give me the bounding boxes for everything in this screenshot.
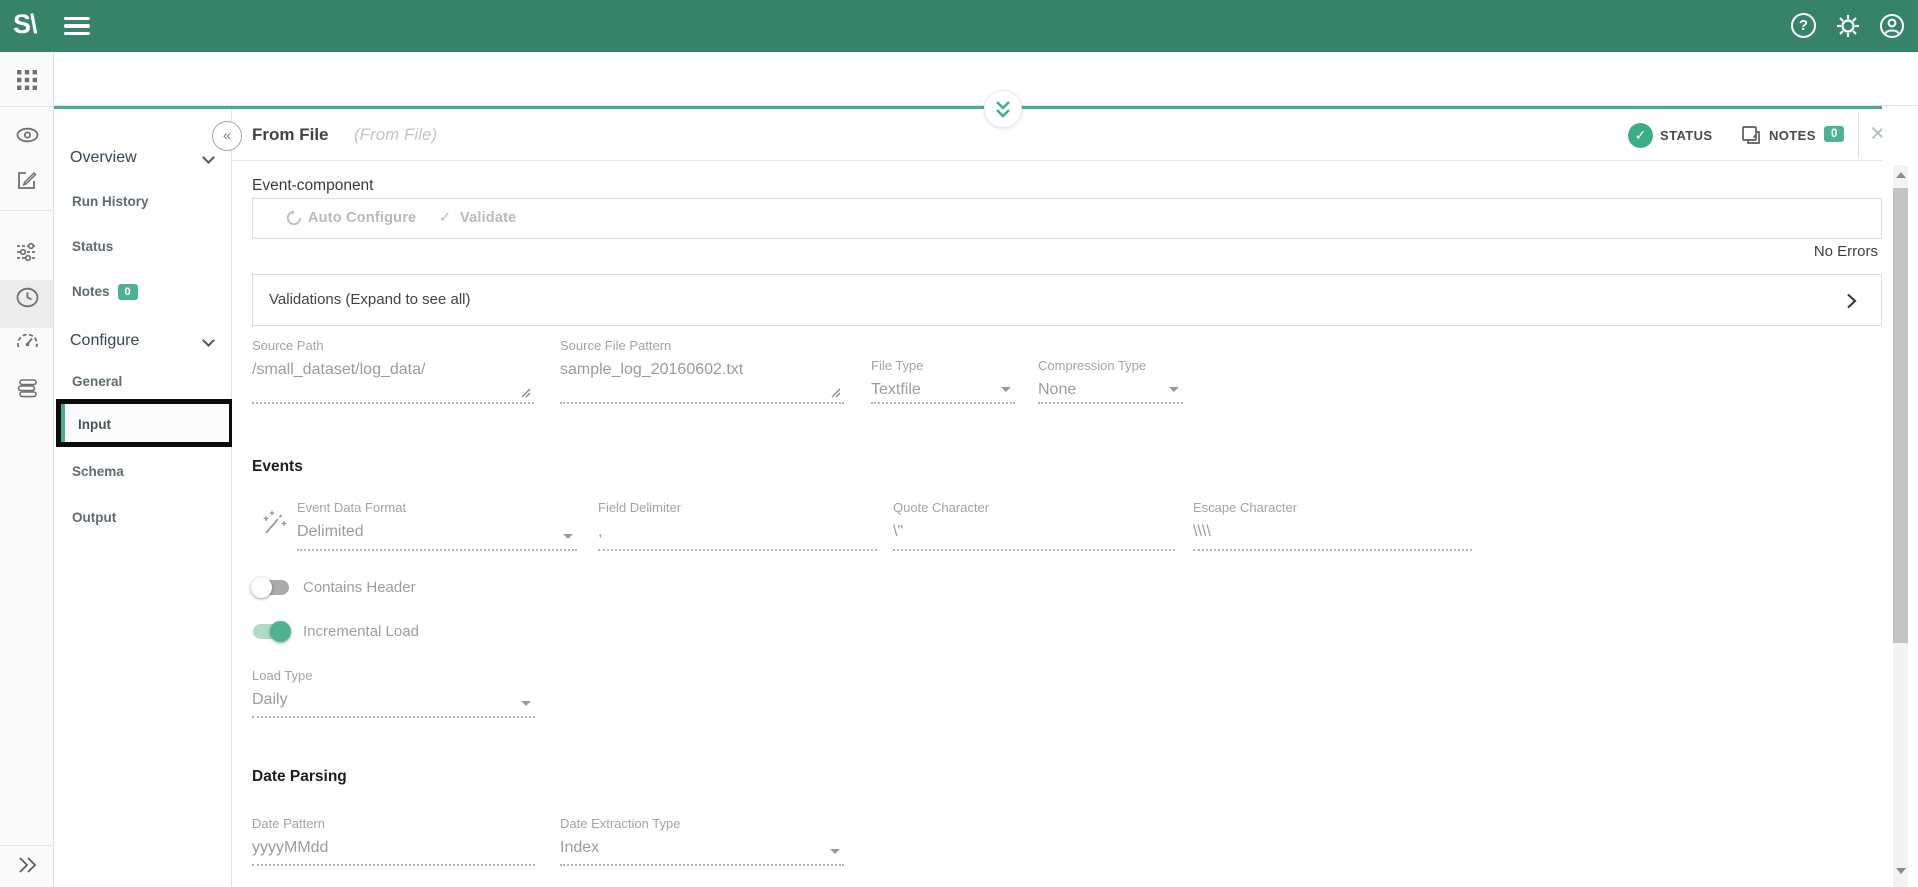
layers-stack-icon[interactable] bbox=[16, 378, 39, 399]
status-check-icon: ✓ bbox=[1628, 123, 1653, 148]
rail-divider bbox=[0, 106, 54, 107]
dashboard-gauge-icon[interactable] bbox=[16, 331, 39, 351]
field-delimiter-field[interactable]: Field Delimiter , bbox=[598, 500, 877, 551]
validate-button[interactable]: Validate bbox=[460, 210, 516, 226]
nav-item-general[interactable]: General bbox=[72, 374, 122, 389]
incremental-load-label: Incremental Load bbox=[303, 623, 419, 640]
validations-label: Validations (Expand to see all) bbox=[269, 291, 471, 308]
edit-icon[interactable] bbox=[16, 169, 38, 191]
resize-handle-icon[interactable] bbox=[831, 388, 841, 398]
preview-eye-icon[interactable] bbox=[16, 125, 39, 145]
chevron-right-icon bbox=[1846, 293, 1857, 309]
hamburger-menu-icon[interactable] bbox=[64, 17, 90, 35]
nav-item-output[interactable]: Output bbox=[72, 510, 116, 525]
event-component-actions: Auto Configure ✓ Validate bbox=[252, 198, 1882, 239]
date-parsing-heading: Date Parsing bbox=[252, 768, 347, 786]
incremental-load-toggle[interactable] bbox=[253, 624, 289, 639]
app-logo[interactable]: S\ bbox=[13, 9, 37, 40]
validations-expander[interactable]: Validations (Expand to see all) bbox=[252, 274, 1882, 326]
date-extraction-type-select[interactable]: Date Extraction Type Index bbox=[560, 816, 844, 866]
notes-count-badge: 0 bbox=[1824, 126, 1844, 142]
collapse-nav-icon[interactable]: « bbox=[212, 121, 242, 151]
panel-title: From File bbox=[252, 125, 329, 145]
quote-character-field[interactable]: Quote Character \" bbox=[893, 500, 1175, 551]
notes-button[interactable]: NOTES bbox=[1769, 128, 1816, 143]
event-component-label: Event-component bbox=[252, 177, 374, 195]
source-file-pattern-field[interactable]: Source File Pattern sample_log_20160602.… bbox=[560, 338, 844, 404]
resize-handle-icon[interactable] bbox=[521, 388, 531, 398]
rail-divider bbox=[0, 210, 54, 211]
event-data-format-select[interactable]: Event Data Format Delimited bbox=[297, 500, 577, 551]
expand-rail-icon[interactable] bbox=[16, 856, 40, 874]
dropdown-arrow-icon bbox=[1001, 387, 1011, 392]
panel-header-divider bbox=[232, 160, 1918, 161]
auto-configure-button[interactable]: Auto Configure bbox=[308, 210, 416, 226]
selected-indicator-bar bbox=[61, 404, 65, 442]
dropdown-arrow-icon bbox=[563, 534, 573, 539]
compression-type-select[interactable]: Compression Type None bbox=[1038, 358, 1183, 404]
load-type-select[interactable]: Load Type Daily bbox=[252, 668, 535, 718]
dropdown-arrow-icon bbox=[1169, 387, 1179, 392]
events-heading: Events bbox=[252, 458, 303, 476]
chevron-down-icon[interactable] bbox=[202, 151, 215, 164]
nav-item-input-selected[interactable]: Input bbox=[56, 399, 234, 447]
validate-check-icon: ✓ bbox=[439, 210, 451, 226]
icon-rail bbox=[0, 52, 54, 887]
chevron-down-icon[interactable] bbox=[202, 334, 215, 347]
dropdown-arrow-icon bbox=[830, 849, 840, 854]
notes-count-badge: 0 bbox=[118, 284, 138, 300]
nav-item-schema[interactable]: Schema bbox=[72, 464, 124, 479]
nav-item-status[interactable]: Status bbox=[72, 239, 113, 254]
nav-section-configure[interactable]: Configure bbox=[70, 332, 139, 350]
expand-canvas-icon[interactable] bbox=[984, 90, 1022, 128]
source-path-field[interactable]: Source Path /small_dataset/log_data/ bbox=[252, 338, 534, 404]
contains-header-label: Contains Header bbox=[303, 579, 416, 596]
notes-icon[interactable] bbox=[1740, 124, 1762, 146]
workflow-toolbar: Demo_From File Development Workflow Inte… bbox=[0, 52, 1918, 106]
nav-item-run-history[interactable]: Run History bbox=[72, 194, 149, 209]
nav-section-overview[interactable]: Overview bbox=[70, 149, 137, 167]
auto-configure-icon bbox=[286, 210, 302, 226]
escape-character-field[interactable]: Escape Character \\\\ bbox=[1193, 500, 1472, 551]
apps-grid-icon[interactable] bbox=[16, 69, 38, 91]
contains-header-toggle[interactable] bbox=[253, 580, 289, 595]
scroll-up-icon[interactable] bbox=[1896, 172, 1906, 178]
panel-subtitle: (From File) bbox=[354, 125, 437, 145]
date-pattern-field[interactable]: Date Pattern yyyyMMdd bbox=[252, 816, 535, 866]
scrollbar-thumb[interactable] bbox=[1893, 188, 1908, 643]
file-type-select[interactable]: File Type Textfile bbox=[871, 358, 1015, 404]
no-errors-status: No Errors bbox=[1814, 243, 1878, 260]
history-clock-icon[interactable] bbox=[16, 286, 39, 309]
nav-item-notes[interactable]: Notes0 bbox=[72, 284, 138, 301]
settings-gear-icon[interactable] bbox=[1835, 13, 1861, 39]
magic-wand-icon bbox=[258, 508, 288, 538]
configure-sliders-icon[interactable] bbox=[16, 241, 38, 263]
status-button[interactable]: STATUS bbox=[1660, 128, 1712, 143]
dropdown-arrow-icon bbox=[521, 701, 531, 706]
rail-divider bbox=[0, 845, 54, 846]
config-nav-panel: Overview Run History Status Notes0 Confi… bbox=[54, 109, 232, 887]
scroll-down-icon[interactable] bbox=[1896, 868, 1906, 874]
account-icon[interactable] bbox=[1879, 13, 1905, 39]
top-app-bar: S\ ? bbox=[0, 0, 1918, 52]
header-divider bbox=[1858, 112, 1859, 158]
help-icon[interactable]: ? bbox=[1791, 13, 1816, 38]
